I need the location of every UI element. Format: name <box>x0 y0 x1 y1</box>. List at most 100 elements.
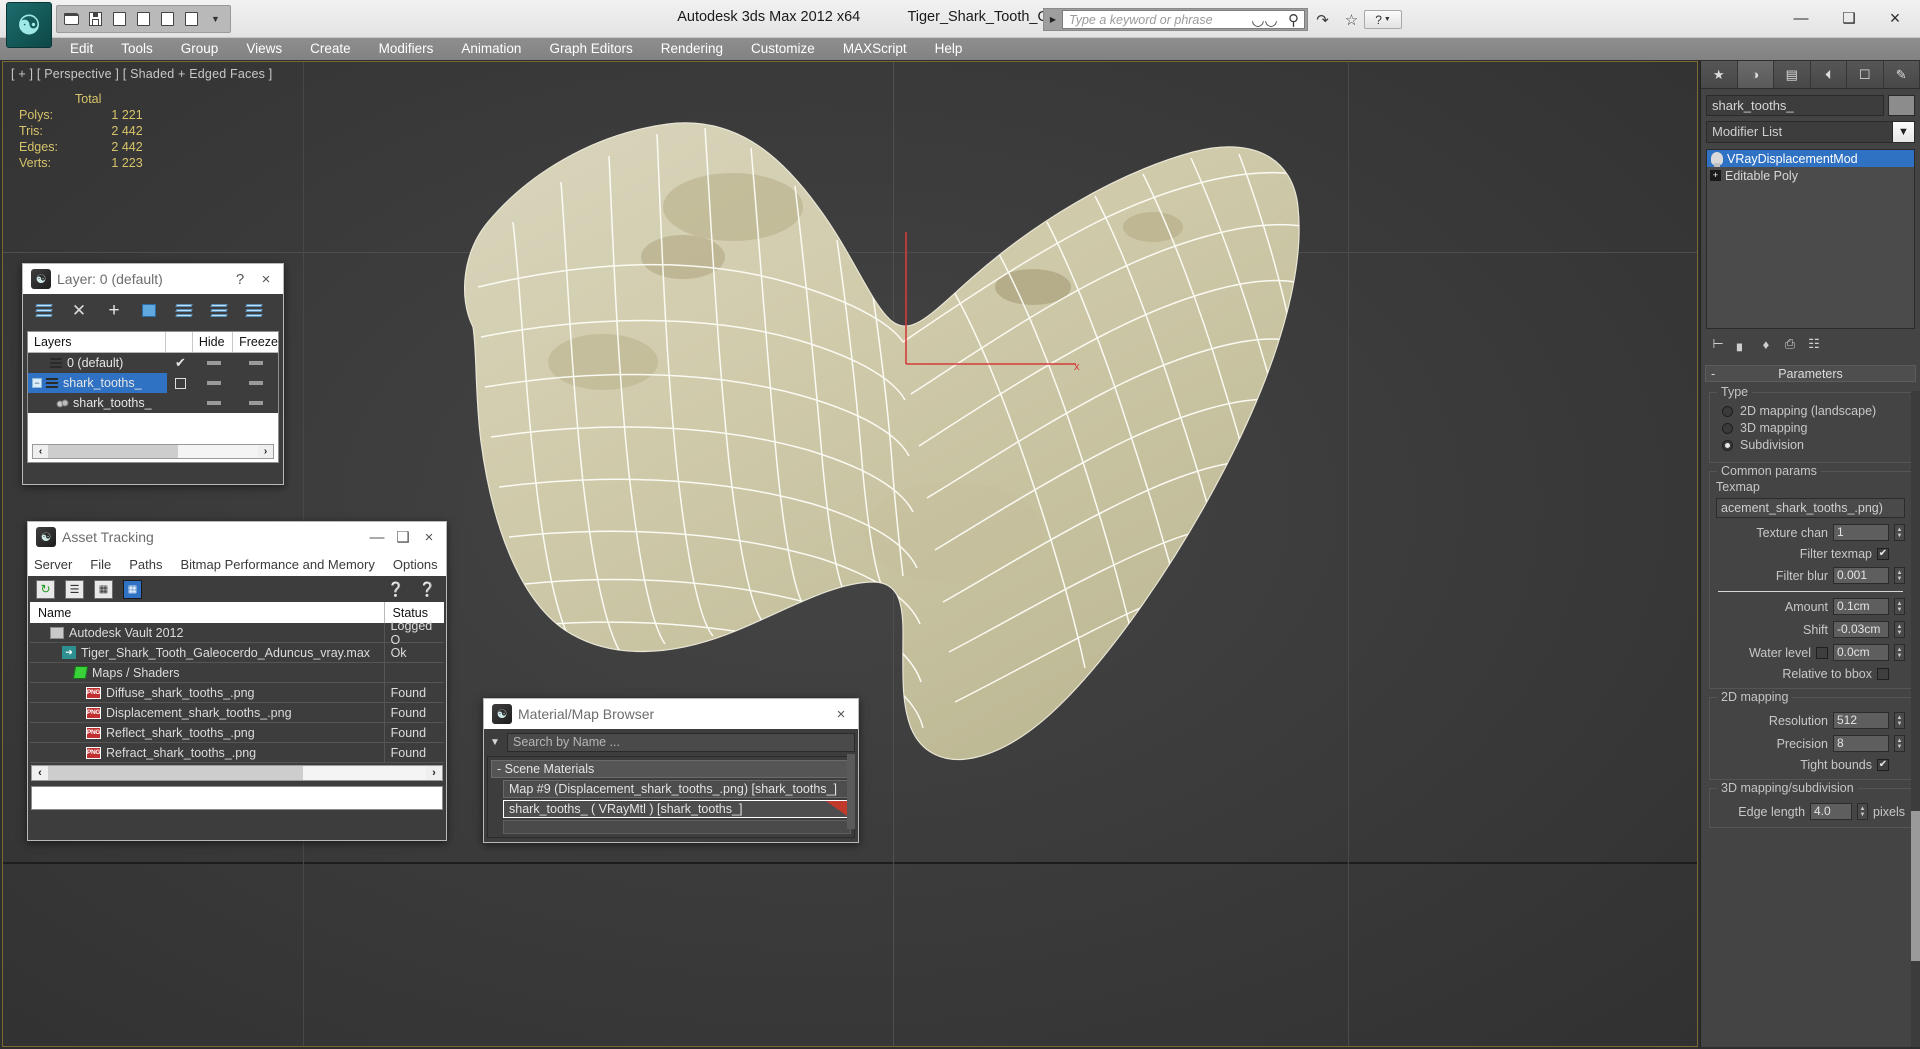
resolution-input[interactable]: 512 <box>1833 712 1889 729</box>
menu-customize[interactable]: Customize <box>737 38 829 60</box>
help-button[interactable]: ? ▼ <box>1364 10 1402 29</box>
filter-blur-input[interactable]: 0.001 <box>1833 567 1889 584</box>
texmap-button[interactable]: acement_shark_tooths_.png) <box>1716 498 1905 518</box>
asset-tracking-dialog[interactable]: ☯ Asset Tracking — ❑ × Server File Paths… <box>27 521 447 841</box>
configure-sets-icon[interactable]: ☷ <box>1805 335 1823 353</box>
scroll-right-icon[interactable]: › <box>426 767 442 779</box>
close-icon[interactable]: × <box>253 266 279 292</box>
spinner-icon[interactable]: ▲ ▼ <box>1894 598 1905 615</box>
material-item-shark-tooths-vraymtl[interactable]: shark_tooths_ ( VRayMtl ) [shark_tooths_… <box>503 800 851 818</box>
chevron-down-icon[interactable]: ▼ <box>1893 121 1915 143</box>
hierarchy-tab[interactable]: ▤ <box>1774 61 1811 88</box>
object-color-swatch[interactable] <box>1888 95 1915 116</box>
material-search-input[interactable]: Search by Name ... <box>507 733 855 752</box>
water-level-input[interactable]: 0.0cm <box>1833 644 1889 661</box>
layer-list-hscrollbar[interactable]: ‹ › <box>32 444 274 459</box>
command-panel-scrollbar[interactable] <box>1911 391 1920 1047</box>
refresh-icon[interactable]: ↻ <box>36 579 55 599</box>
spinner-icon[interactable]: ▲ ▼ <box>1857 803 1869 820</box>
spinner-icon[interactable]: ▲ ▼ <box>1894 712 1905 729</box>
signout-icon[interactable]: ↷ <box>1313 10 1332 29</box>
menu-rendering[interactable]: Rendering <box>647 38 737 60</box>
layer-row-default[interactable]: 0 (default) ✔ <box>28 353 278 373</box>
layer-hide-toggle[interactable] <box>194 381 234 385</box>
spinner-icon[interactable]: ▲ ▼ <box>1894 644 1905 661</box>
menu-graph-editors[interactable]: Graph Editors <box>535 38 646 60</box>
layer-current-check[interactable]: ✔ <box>167 355 194 371</box>
select-highlighted-icon[interactable] <box>173 300 195 322</box>
expand-icon[interactable]: + <box>1710 170 1721 181</box>
scroll-left-icon[interactable]: ‹ <box>32 767 48 779</box>
menu-group[interactable]: Group <box>167 38 233 60</box>
motion-tab[interactable]: ⏴ <box>1810 61 1847 88</box>
shift-input[interactable]: -0.03cm <box>1833 621 1889 638</box>
water-level-checkbox[interactable] <box>1816 646 1828 659</box>
object-name-input[interactable]: shark_tooths_ <box>1706 95 1884 116</box>
asset-list-hscrollbar[interactable]: ‹ › <box>31 765 443 781</box>
material-empty-slot[interactable] <box>503 820 851 834</box>
grid-view-icon[interactable]: ▦ <box>123 579 142 599</box>
close-icon[interactable]: × <box>828 701 854 727</box>
binoculars-icon[interactable]: ◡◡ <box>1251 10 1277 29</box>
menu-tools[interactable]: Tools <box>107 38 167 60</box>
help-icon[interactable]: ❔ <box>387 581 404 598</box>
amount-input[interactable]: 0.1cm <box>1833 598 1889 615</box>
search-icon[interactable]: ⚲ <box>1284 10 1303 29</box>
menu-modifiers[interactable]: Modifiers <box>365 38 448 60</box>
favorite-star-icon[interactable]: ☆ <box>1342 10 1361 29</box>
material-item-map9[interactable]: Map #9 (Displacement_shark_tooths_.png) … <box>503 780 851 798</box>
app-logo-icon[interactable]: ☯ <box>6 2 52 48</box>
layer-current-check[interactable] <box>167 377 194 389</box>
context-help-icon[interactable]: ❔ <box>419 581 436 598</box>
spinner-icon[interactable]: ▲ ▼ <box>1894 621 1905 638</box>
layer-freeze-toggle[interactable] <box>234 361 278 365</box>
layer-properties-icon[interactable] <box>243 300 265 322</box>
asset-status-field[interactable] <box>31 786 443 810</box>
maximize-button[interactable]: ❑ <box>1826 0 1872 36</box>
scroll-thumb[interactable] <box>48 766 303 780</box>
list-view-icon[interactable]: ☰ <box>65 579 84 599</box>
menu-create[interactable]: Create <box>296 38 365 60</box>
menu-paths[interactable]: Paths <box>129 557 162 572</box>
radio-2d-mapping[interactable]: 2D mapping (landscape) <box>1722 404 1905 418</box>
scroll-track[interactable] <box>48 445 258 458</box>
texture-chan-input[interactable]: 1 <box>1833 524 1889 541</box>
asset-row-max-file[interactable]: ➜ Tiger_Shark_Tooth_Galeocerdo_Aduncus_v… <box>30 642 444 663</box>
object-hide-toggle[interactable] <box>194 401 234 405</box>
radio-icon[interactable] <box>1722 405 1733 417</box>
modifier-stack-item-vraydisplacement[interactable]: VRayDisplacementMod <box>1707 150 1914 167</box>
spinner-icon[interactable]: ▲ ▼ <box>1894 524 1905 541</box>
close-button[interactable]: × <box>1872 0 1918 36</box>
select-objects-icon[interactable] <box>138 300 160 322</box>
scroll-right-icon[interactable]: › <box>258 446 273 457</box>
make-unique-icon[interactable]: ♦ <box>1757 335 1775 353</box>
collapse-icon[interactable]: - <box>1711 367 1715 381</box>
modifier-stack-item-editable-poly[interactable]: + Editable Poly <box>1707 167 1914 184</box>
pin-stack-icon[interactable]: ⊢ <box>1709 335 1727 353</box>
layer-freeze-toggle[interactable] <box>234 381 278 385</box>
asset-row-diffuse-png[interactable]: PNG Diffuse_shark_tooths_.png Found <box>30 682 444 703</box>
menu-options[interactable]: Options <box>393 557 438 572</box>
tight-bounds-checkbox[interactable]: ✔ <box>1877 759 1889 771</box>
modifier-stack[interactable]: VRayDisplacementMod + Editable Poly <box>1706 149 1915 329</box>
menu-bitmap-performance[interactable]: Bitmap Performance and Memory <box>181 557 375 572</box>
show-end-result-icon[interactable]: ▖ <box>1733 335 1751 353</box>
transform-gizmo[interactable]: x <box>898 232 1098 385</box>
radio-3d-mapping[interactable]: 3D mapping <box>1722 421 1905 435</box>
minimize-icon[interactable]: — <box>364 524 390 550</box>
menu-views[interactable]: Views <box>232 38 296 60</box>
asset-row-maps-shaders[interactable]: Maps / Shaders <box>30 662 444 683</box>
object-freeze-toggle[interactable] <box>234 401 278 405</box>
close-icon[interactable]: × <box>416 524 442 550</box>
modifier-list-label[interactable]: Modifier List <box>1706 121 1893 143</box>
edge-length-input[interactable]: 4.0 <box>1810 803 1853 820</box>
asset-list[interactable]: Name Status Autodesk Vault 2012 Logged O… <box>30 602 444 763</box>
scrollbar-thumb[interactable] <box>1911 811 1920 961</box>
layer-list[interactable]: Layers Hide Freeze 0 (default) ✔ − shark… <box>27 331 279 463</box>
layer-row-child-object[interactable]: shark_tooths_ <box>28 393 278 413</box>
material-map-browser-dialog[interactable]: ☯ Material/Map Browser × ▼ Search by Nam… <box>483 698 859 843</box>
spinner-icon[interactable]: ▲ ▼ <box>1894 735 1905 752</box>
create-tab[interactable]: ★ <box>1701 61 1738 88</box>
layer-dialog[interactable]: ☯ Layer: 0 (default) ? × ✕ + Layers Hide… <box>22 263 284 485</box>
scroll-thumb[interactable] <box>48 445 178 458</box>
